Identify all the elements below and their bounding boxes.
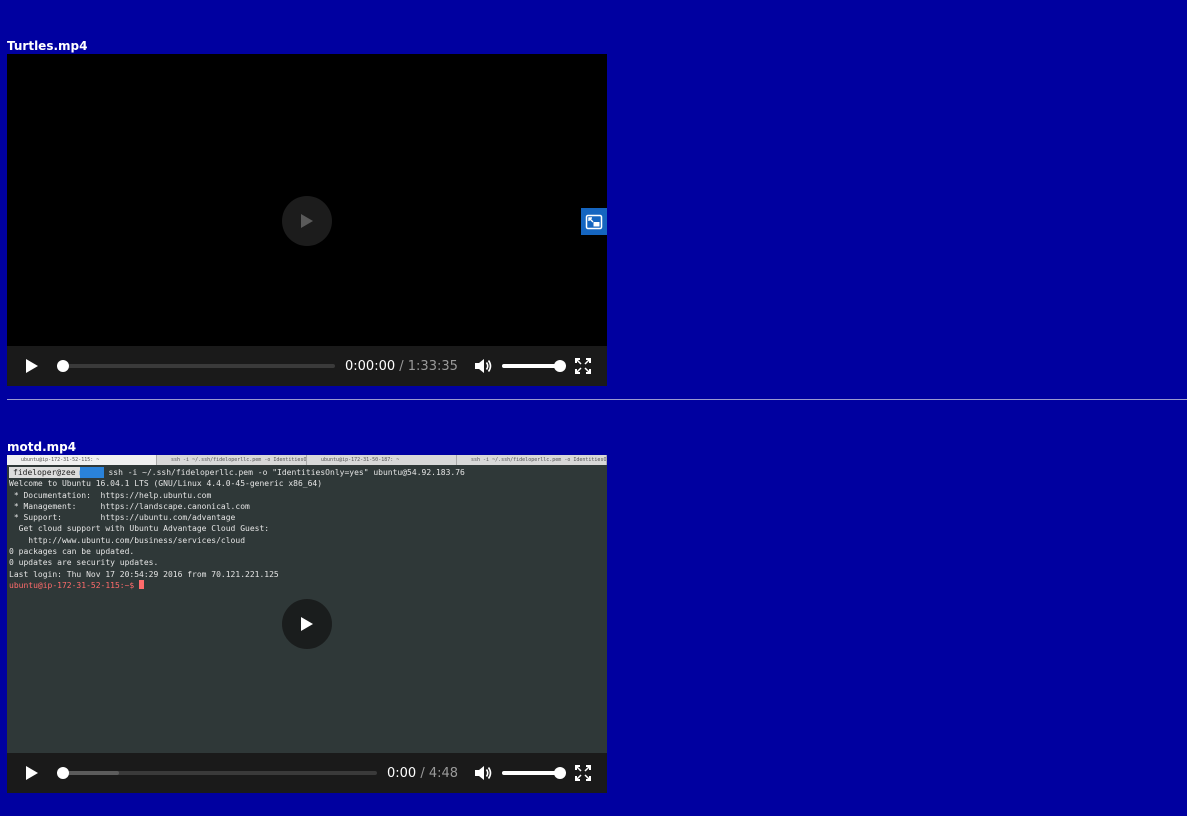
- volume-thumb[interactable]: [553, 360, 566, 372]
- terminal-line: 0 updates are security updates.: [9, 558, 159, 568]
- terminal-line: Welcome to Ubuntu 16.04.1 LTS (GNU/Linux…: [9, 479, 323, 489]
- video-player-turtles[interactable]: 0:00:00 / 1:33:35: [7, 54, 607, 386]
- play-icon: [26, 766, 38, 780]
- video-player-motd[interactable]: ubuntu@ip-172-31-52-115: ~ ssh -i ~/.ssh…: [7, 455, 607, 793]
- volume-icon: [474, 359, 492, 373]
- seek-bar[interactable]: [57, 360, 335, 372]
- terminal-command: ssh -i ~/.ssh/fideloperllc.pem -o "Ident…: [103, 468, 465, 477]
- terminal-line: * Documentation: https://help.ubuntu.com: [9, 490, 212, 500]
- fullscreen-button[interactable]: [575, 765, 592, 781]
- terminal-tabs: ubuntu@ip-172-31-52-115: ~ ssh -i ~/.ssh…: [7, 455, 607, 465]
- video-title-turtles: Turtles.mp4: [7, 39, 88, 53]
- time-display: 0:00:00 / 1:33:35: [345, 359, 458, 374]
- video-controls: 0:00:00 / 1:33:35: [7, 346, 607, 386]
- mute-button[interactable]: [474, 357, 492, 375]
- big-play-button[interactable]: [282, 599, 332, 649]
- fullscreen-icon: [575, 765, 592, 781]
- terminal-line: Last login: Thu Nov 17 20:54:29 2016 fro…: [9, 569, 279, 579]
- terminal-line: http://www.ubuntu.com/business/services/…: [9, 535, 246, 545]
- seek-thumb[interactable]: [57, 360, 69, 372]
- terminal-line: * Support: https://ubuntu.com/advantage: [9, 513, 236, 523]
- picture-in-picture-button[interactable]: [581, 208, 607, 235]
- time-separator: /: [416, 765, 429, 781]
- prompt-arrow-icon: ▶: [79, 467, 104, 479]
- play-icon: [301, 617, 313, 631]
- play-icon: [26, 359, 38, 373]
- current-time: 0:00: [387, 765, 417, 781]
- terminal-command-line: fideloper@zee ▶ ssh -i ~/.ssh/fideloperll…: [9, 467, 605, 479]
- volume-slider[interactable]: [502, 767, 567, 779]
- terminal-body: fideloper@zee ▶ ssh -i ~/.ssh/fideloperll…: [7, 465, 607, 591]
- play-icon: [301, 214, 313, 228]
- terminal-tab: ssh -i ~/.ssh/fideloperllc.pem -o Identi…: [157, 455, 307, 465]
- volume-slider[interactable]: [501, 360, 566, 372]
- total-time: 4:48: [428, 765, 459, 781]
- terminal-final-prompt: ubuntu@ip-172-31-52-115:~$: [9, 580, 140, 590]
- time-separator: /: [395, 358, 408, 374]
- play-button[interactable]: [23, 357, 41, 375]
- terminal-tab: ubuntu@ip-172-31-50-187: ~: [307, 455, 457, 465]
- terminal-tab: ssh -i ~/.ssh/fideloperllc.pem -o Identi…: [457, 455, 607, 465]
- terminal-final-prompt-line: ubuntu@ip-172-31-52-115:~$: [9, 579, 605, 591]
- terminal-prompt-user: fideloper@zee: [9, 467, 80, 479]
- fullscreen-icon: [574, 358, 591, 374]
- seek-bar[interactable]: [57, 767, 377, 779]
- seek-thumb[interactable]: [57, 767, 69, 779]
- total-time: 1:33:35: [407, 358, 458, 374]
- video-controls: 0:00 / 4:48: [7, 753, 607, 793]
- terminal-line: Get cloud support with Ubuntu Advantage …: [9, 524, 270, 534]
- mute-button[interactable]: [474, 764, 492, 782]
- fullscreen-button[interactable]: [574, 358, 591, 374]
- terminal-line: 0 packages can be updated.: [9, 547, 135, 557]
- terminal-tab: ubuntu@ip-172-31-52-115: ~: [7, 455, 157, 465]
- terminal-cursor: [139, 579, 145, 589]
- play-button[interactable]: [23, 764, 41, 782]
- terminal-line: * Management: https://landscape.canonica…: [9, 501, 250, 511]
- divider: [7, 399, 1187, 400]
- time-display: 0:00 / 4:48: [387, 766, 458, 781]
- video-title-motd: motd.mp4: [7, 440, 77, 454]
- picture-in-picture-icon: [585, 214, 603, 229]
- volume-icon: [475, 766, 492, 780]
- big-play-button[interactable]: [282, 196, 332, 246]
- current-time: 0:00:00: [345, 358, 396, 374]
- volume-thumb[interactable]: [554, 767, 567, 779]
